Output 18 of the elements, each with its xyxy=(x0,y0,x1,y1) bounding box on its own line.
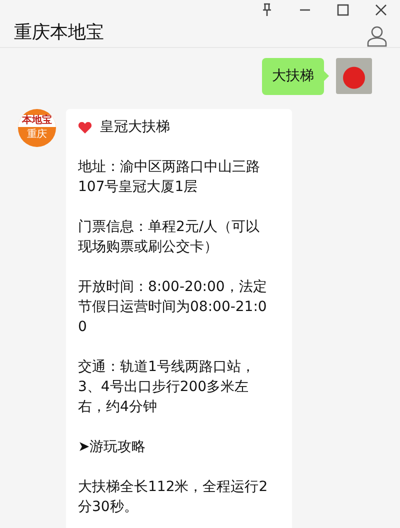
message-paragraph: ➤游玩攻略 xyxy=(78,438,147,457)
logo-city: 重庆 xyxy=(27,129,47,141)
message-paragraph: 开放时间：8:00-20:00，法定节假日运营时间为08:00-21:00 xyxy=(78,278,268,337)
avatar-logo[interactable]: 本地宝 重庆 xyxy=(18,109,56,147)
logo-text: 本地宝 xyxy=(18,115,56,127)
pin-icon[interactable] xyxy=(260,3,274,17)
sent-message: 大扶梯 xyxy=(262,58,324,95)
message-title: 皇冠大扶梯 xyxy=(100,118,170,137)
bubble-tail-icon xyxy=(324,71,329,81)
close-icon[interactable] xyxy=(374,3,388,17)
maximize-icon[interactable] xyxy=(336,3,350,17)
message-paragraph: 大扶梯全长112米，全程运行2分30秒。 xyxy=(78,478,268,517)
window-title: 重庆本地宝 xyxy=(14,21,104,45)
message-paragraph: 地址：渝中区两路口中山三路107号皇冠大厦1层 xyxy=(78,158,261,197)
message-paragraph: 门票信息：单程2元/人（可以现场购票或刷公交卡） xyxy=(78,218,261,257)
person-icon[interactable] xyxy=(366,25,388,47)
heart-icon xyxy=(78,120,92,134)
message-paragraph: 交通：轨道1号线两路口站，3、4号出口步行200多米左右，约4分钟 xyxy=(78,358,256,417)
